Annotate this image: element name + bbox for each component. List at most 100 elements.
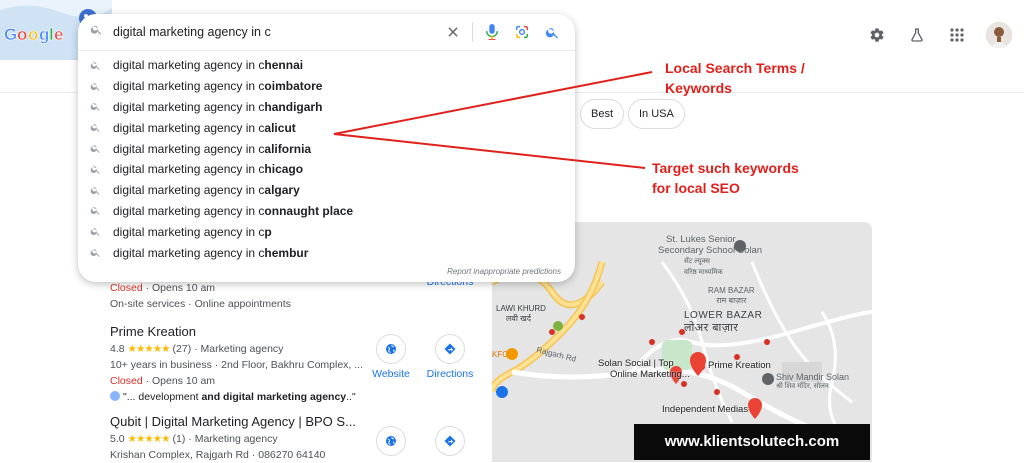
chip-best[interactable]: Best (580, 99, 625, 129)
search-icon (90, 166, 100, 174)
voice-search-mic-icon[interactable] (481, 21, 503, 43)
search-submit-icon[interactable] (541, 21, 563, 43)
suggestion-prefix: digital marketing agency in c (113, 79, 265, 94)
account-avatar[interactable] (986, 22, 1012, 48)
suggestion-item[interactable]: digital marketing agency in coimbatore (78, 76, 575, 97)
chip-in-usa[interactable]: In USA (628, 99, 685, 129)
suggestion-completion: hembur (264, 245, 309, 260)
suggestion-prefix: digital marketing agency in c (113, 141, 265, 156)
search-icon (90, 249, 100, 257)
suggestion-item[interactable]: digital marketing agency in california (78, 138, 575, 159)
suggestion-prefix: digital marketing agency in c (113, 183, 265, 198)
rating-stars: ★★★★★ (127, 343, 171, 355)
settings-gear-icon[interactable] (866, 24, 888, 46)
review-snippet-post: .." (346, 391, 356, 403)
search-input[interactable]: digital marketing agency in c (113, 25, 434, 39)
suggestion-item[interactable]: digital marketing agency in chicago (78, 159, 575, 180)
directions-button[interactable] (420, 426, 480, 460)
search-icon (90, 145, 100, 153)
map-label-school: St. Lukes Senior (666, 234, 736, 245)
apps-grid-icon[interactable] (946, 24, 968, 46)
review-count: (27) · Marketing agency (172, 343, 284, 355)
suggestion-item[interactable]: digital marketing agency in calicut (78, 117, 575, 138)
search-separator (472, 22, 473, 42)
suggestion-item[interactable]: digital marketing agency in chandigarh (78, 97, 575, 118)
search-icon (90, 62, 100, 70)
suggestion-list: digital marketing agency in chennai digi… (78, 55, 575, 263)
website-button[interactable] (361, 426, 421, 460)
map-label-kfc: KFC (492, 350, 508, 359)
suggestion-completion: oimbatore (264, 79, 323, 94)
map-label-lower-bazar-hi: लोअर बाज़ार (684, 322, 739, 334)
search-icon (90, 186, 100, 195)
suggestion-completion: alifornia (264, 141, 312, 156)
suggestion-item[interactable]: digital marketing agency in connaught pl… (78, 201, 575, 222)
labs-flask-icon[interactable] (906, 24, 928, 46)
lens-camera-icon[interactable] (511, 21, 533, 43)
closed-status: Closed (110, 375, 143, 387)
suggestion-prefix: digital marketing agency in c (113, 99, 265, 114)
search-icon (90, 23, 103, 41)
directions-arrow-icon (435, 334, 465, 364)
map-label-independent-medias[interactable]: Independent Medias (662, 404, 748, 415)
opening-hours: · Opens 10 am (142, 282, 216, 294)
clear-icon[interactable] (442, 21, 464, 43)
search-icon (90, 82, 100, 91)
search-icon (90, 207, 100, 216)
suggestion-completion: hicago (264, 162, 304, 177)
suggestion-completion: p (264, 224, 272, 239)
directions-label: Directions (426, 368, 474, 380)
suggestion-prefix: digital marketing agency in c (113, 58, 265, 73)
map-label-solan-social-2[interactable]: Online Marketing... (598, 369, 690, 380)
annotation-local-terms: Local Search Terms / Keywords (665, 58, 805, 98)
svg-text:e: e (54, 25, 63, 44)
website-button[interactable]: Website (361, 334, 421, 380)
suggestion-completion: hennai (264, 58, 304, 73)
suggestion-completion: alicut (264, 120, 296, 135)
website-label: Website (372, 368, 410, 380)
suggestion-prefix: digital marketing agency in c (113, 245, 265, 260)
map-label-lawi-khurd-hi: लवी खर्द (506, 314, 531, 323)
review-count: (1) · Marketing agency (172, 433, 278, 445)
map-label-lawi-khurd: LAWI KHURD (496, 304, 546, 313)
review-snippet-pre: "... development (123, 391, 202, 403)
svg-text:o: o (28, 25, 38, 44)
map-label-prime-kreation[interactable]: Prime Kreation (708, 360, 771, 371)
annotation-target-line1: Target such keywords (652, 160, 799, 176)
map-label-shiv-mandir: Shiv Mandir Solan (776, 372, 850, 382)
map-label-ram-bazar-hi: राम बाज़ार (716, 296, 747, 305)
globe-icon (376, 334, 406, 364)
suggestion-item[interactable]: digital marketing agency in chembur (78, 242, 575, 263)
suggestion-prefix: digital marketing agency in c (113, 224, 265, 239)
map-label-school-hi: सेंट ल्यूक्स (684, 258, 710, 265)
report-predictions-link[interactable]: Report inappropriate predictions (447, 267, 561, 276)
closed-status: Closed (110, 282, 143, 294)
review-snippet-bold: and digital marketing agency (201, 391, 347, 403)
annotation-target: Target such keywords for local SEO (652, 158, 799, 198)
map-label-solan-social[interactable]: Solan Social | Top (598, 358, 690, 369)
suggestion-item[interactable]: digital marketing agency in chennai (78, 55, 575, 76)
search-icon (90, 124, 100, 133)
suggestion-prefix: digital marketing agency in c (113, 120, 265, 135)
globe-icon (376, 426, 406, 456)
search-icon (90, 228, 100, 237)
suggestion-item[interactable]: digital marketing agency in cp (78, 221, 575, 242)
suggestion-completion: algary (264, 183, 300, 198)
rating-value: 5.0 (110, 433, 125, 445)
suggestion-completion: handigarh (264, 99, 323, 114)
map-label-shiv-mandir-hi: श्री शिव मंदिर, सोलन (776, 383, 829, 390)
svg-text:g: g (39, 25, 49, 44)
suggestion-completion: onnaught place (264, 203, 354, 218)
suggestion-item[interactable]: digital marketing agency in calgary (78, 180, 575, 201)
map-label-school-hi-2: वरिष्ठ माध्यमिक (684, 269, 723, 276)
directions-arrow-icon (435, 426, 465, 456)
map-label-ram-bazar: RAM BAZAR (708, 286, 755, 295)
opening-hours: · Opens 10 am (142, 375, 216, 387)
search-icon (90, 103, 100, 112)
map-label-school-2: Secondary School Solan (658, 245, 763, 256)
directions-button[interactable]: Directions (420, 334, 480, 380)
watermark-text: www.klientsolutech.com (634, 424, 870, 460)
search-bar[interactable]: digital marketing agency in c (78, 14, 575, 51)
suggestion-prefix: digital marketing agency in c (113, 162, 265, 177)
annotation-local-terms-line2: Keywords (665, 80, 732, 96)
